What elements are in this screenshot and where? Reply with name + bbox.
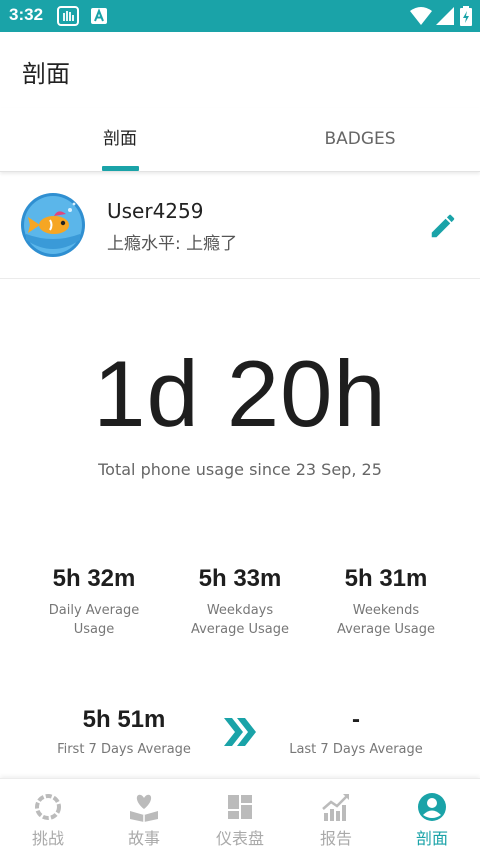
signal-icon [436, 7, 454, 25]
dashboard-icon [228, 795, 252, 819]
battery-icon [460, 6, 472, 26]
stat-label: Weekdays Average Usage [160, 601, 320, 639]
nav-label: 挑战 [31, 829, 64, 848]
bottom-navigation: 挑战 故事 仪表盘 报告 剖面 [0, 778, 480, 854]
a-notification-icon [91, 8, 107, 24]
stat-label: Daily Average Usage [14, 601, 174, 639]
tab-badges[interactable]: BADGES [240, 108, 480, 172]
first-7-days-average: 5h 51m First 7 Days Average [44, 706, 204, 757]
double-chevron-right-icon [224, 718, 256, 746]
total-usage-caption: Total phone usage since 23 Sep, 25 [98, 460, 382, 479]
tab-bar: 剖面 BADGES [0, 108, 480, 172]
stat-label: First 7 Days Average [57, 742, 191, 757]
nav-item-profile[interactable]: 剖面 [384, 779, 480, 854]
stat-value: 5h 51m [82, 706, 166, 733]
profile-icon [418, 793, 446, 821]
stat-weekdays-average: 5h 33m Weekdays Average Usage [160, 565, 320, 639]
story-icon [130, 794, 158, 822]
stat-label-line: Weekdays [206, 603, 274, 618]
wifi-icon [410, 7, 432, 25]
challenge-icon [35, 794, 61, 820]
notification-app-icon [57, 6, 79, 26]
nav-label: 报告 [319, 829, 352, 848]
nav-label: 仪表盘 [215, 829, 264, 848]
last-7-days-average: - Last 7 Days Average [276, 706, 436, 757]
username: User4259 [107, 199, 204, 223]
nav-label: 故事 [127, 829, 160, 848]
nav-item-challenge[interactable]: 挑战 [0, 779, 96, 854]
total-usage-value: 1d 20h [93, 341, 387, 446]
stat-value: 5h 32m [52, 565, 136, 592]
stat-value: - [352, 706, 360, 733]
report-icon [322, 794, 349, 821]
nav-item-report[interactable]: 报告 [288, 779, 384, 854]
stat-label-line: Weekends [352, 603, 420, 618]
tab-indicator [102, 166, 139, 171]
profile-card: User4259 上瘾水平: 上瘾了 [0, 173, 480, 279]
page-title: 剖面 [22, 60, 70, 88]
nav-item-dashboard[interactable]: 仪表盘 [192, 779, 288, 854]
stat-value: 5h 31m [344, 565, 428, 592]
stat-label: Weekends Average Usage [306, 601, 466, 639]
stat-label-line: Average Usage [190, 622, 290, 637]
nav-label: 剖面 [415, 829, 448, 848]
stat-label-line: Daily Average [48, 603, 140, 618]
stat-weekends-average: 5h 31m Weekends Average Usage [306, 565, 466, 639]
stat-label-line: Average Usage [336, 622, 436, 637]
stat-daily-average: 5h 32m Daily Average Usage [14, 565, 174, 639]
nav-item-story[interactable]: 故事 [96, 779, 192, 854]
stat-value: 5h 33m [198, 565, 282, 592]
status-bar: 3:32 [0, 0, 480, 32]
edit-pencil-icon[interactable] [428, 211, 458, 241]
avatar[interactable] [20, 192, 86, 258]
addiction-level: 上瘾水平: 上瘾了 [107, 234, 238, 254]
stat-label-line: Usage [73, 622, 115, 637]
stat-label: Last 7 Days Average [289, 742, 423, 757]
status-time: 3:32 [9, 5, 44, 24]
tab-profile[interactable]: 剖面 [0, 108, 240, 172]
